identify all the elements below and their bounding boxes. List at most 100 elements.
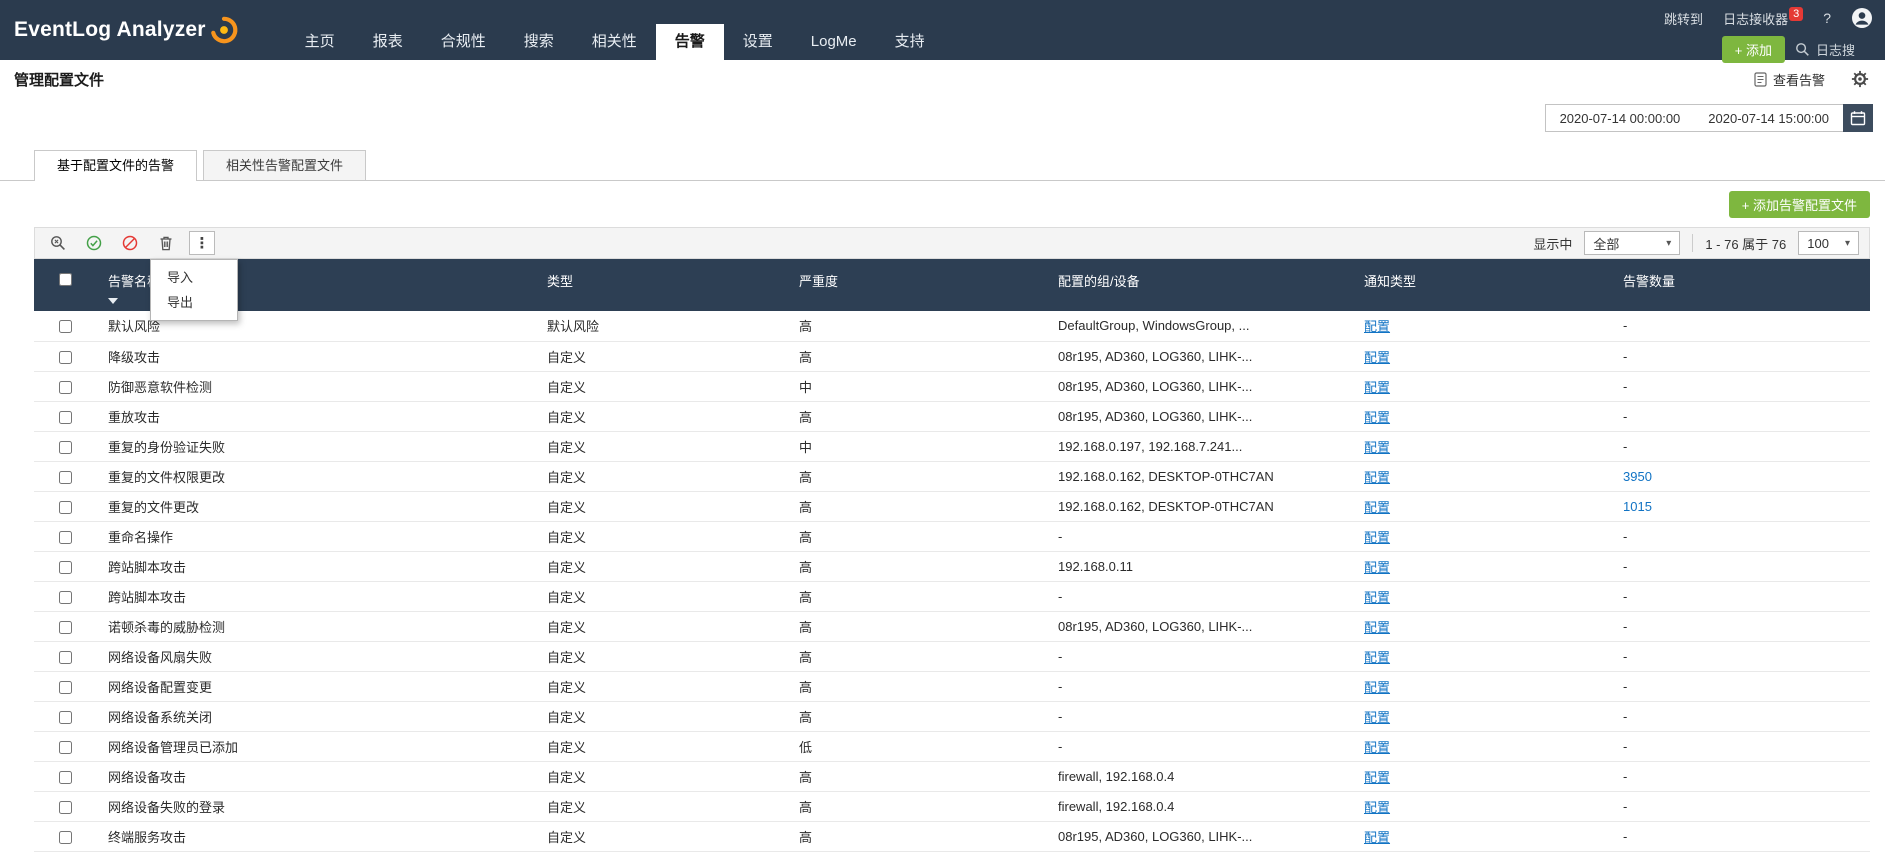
nav-item-4[interactable]: 搜索 bbox=[505, 24, 573, 60]
configure-link[interactable]: 配置 bbox=[1364, 650, 1390, 665]
row-checkbox[interactable] bbox=[59, 471, 72, 484]
jump-to-link[interactable]: 跳转到 bbox=[1664, 9, 1703, 28]
tab-2[interactable]: 相关性告警配置文件 bbox=[203, 150, 366, 180]
nav-item-2[interactable]: 报表 bbox=[354, 24, 422, 60]
configure-link[interactable]: 配置 bbox=[1364, 350, 1390, 365]
table-row[interactable]: 网络设备失败的登录自定义高firewall, 192.168.0.4配置- bbox=[34, 791, 1870, 821]
calendar-button[interactable] bbox=[1843, 104, 1873, 132]
configure-link[interactable]: 配置 bbox=[1364, 710, 1390, 725]
nav-item-8[interactable]: LogMe bbox=[792, 24, 876, 60]
search-alerts-icon[interactable] bbox=[45, 231, 71, 255]
menu-item[interactable]: 导入 bbox=[151, 265, 237, 290]
alert-devices: 08r195, AD360, LOG360, LIHK-... bbox=[1046, 401, 1352, 431]
help-button[interactable]: ? bbox=[1823, 10, 1831, 26]
page-size-select[interactable]: 100 ▾ bbox=[1798, 231, 1859, 255]
row-checkbox[interactable] bbox=[59, 651, 72, 664]
row-checkbox[interactable] bbox=[59, 801, 72, 814]
table-row[interactable]: 防御恶意软件检测自定义中08r195, AD360, LOG360, LIHK-… bbox=[34, 371, 1870, 401]
sort-caret-icon[interactable] bbox=[108, 298, 118, 304]
table-row[interactable]: 重命名操作自定义高-配置- bbox=[34, 521, 1870, 551]
configure-link[interactable]: 配置 bbox=[1364, 319, 1390, 334]
row-checkbox[interactable] bbox=[59, 351, 72, 364]
table-row[interactable]: 重复的文件权限更改自定义高192.168.0.162, DESKTOP-0THC… bbox=[34, 461, 1870, 491]
alert-severity: 高 bbox=[787, 791, 1046, 821]
configure-link[interactable]: 配置 bbox=[1364, 770, 1390, 785]
table-row[interactable]: 网络设备风扇失败自定义高-配置- bbox=[34, 641, 1870, 671]
row-checkbox[interactable] bbox=[59, 591, 72, 604]
nav-item-9[interactable]: 支持 bbox=[876, 24, 944, 60]
row-checkbox[interactable] bbox=[59, 561, 72, 574]
app-logo[interactable]: EventLog Analyzer bbox=[0, 0, 238, 60]
row-checkbox[interactable] bbox=[59, 831, 72, 844]
column-notification[interactable]: 通知类型 bbox=[1352, 259, 1611, 311]
configure-link[interactable]: 配置 bbox=[1364, 500, 1390, 515]
table-row[interactable]: 重复的文件更改自定义高192.168.0.162, DESKTOP-0THC7A… bbox=[34, 491, 1870, 521]
nav-item-5[interactable]: 相关性 bbox=[573, 24, 656, 60]
add-button[interactable]: + 添加 bbox=[1722, 36, 1785, 63]
row-checkbox[interactable] bbox=[59, 411, 72, 424]
more-actions-icon[interactable]: ⋮ bbox=[189, 231, 215, 255]
row-checkbox[interactable] bbox=[59, 320, 72, 333]
column-devices[interactable]: 配置的组/设备 bbox=[1046, 259, 1352, 311]
tab-1[interactable]: 基于配置文件的告警 bbox=[34, 150, 197, 181]
configure-link[interactable]: 配置 bbox=[1364, 470, 1390, 485]
configure-link[interactable]: 配置 bbox=[1364, 380, 1390, 395]
table-row[interactable]: 跨站脚本攻击自定义高192.168.0.11配置- bbox=[34, 551, 1870, 581]
nav-item-3[interactable]: 合规性 bbox=[422, 24, 505, 60]
configure-link[interactable]: 配置 bbox=[1364, 440, 1390, 455]
disable-alert-icon[interactable] bbox=[117, 231, 143, 255]
alert-type: 自定义 bbox=[535, 761, 787, 791]
nav-item-1[interactable]: 主页 bbox=[286, 24, 354, 60]
user-icon[interactable] bbox=[1851, 7, 1873, 29]
menu-item[interactable]: 导出 bbox=[151, 290, 237, 315]
log-receiver-link[interactable]: 日志接收器3 bbox=[1723, 9, 1803, 28]
row-checkbox[interactable] bbox=[59, 501, 72, 514]
configure-link[interactable]: 配置 bbox=[1364, 620, 1390, 635]
alert-severity: 低 bbox=[787, 731, 1046, 761]
alert-count-link[interactable]: 3950 bbox=[1623, 469, 1652, 484]
table-row[interactable]: 跨站脚本攻击自定义高-配置- bbox=[34, 581, 1870, 611]
date-range-picker[interactable]: 2020-07-14 00:00:00 2020-07-14 15:00:00 bbox=[1545, 104, 1873, 132]
settings-gear-icon[interactable] bbox=[1851, 70, 1869, 88]
nav-item-6[interactable]: 告警 bbox=[656, 24, 724, 60]
column-severity[interactable]: 严重度 bbox=[787, 259, 1046, 311]
configure-link[interactable]: 配置 bbox=[1364, 680, 1390, 695]
row-checkbox[interactable] bbox=[59, 531, 72, 544]
enable-alert-icon[interactable] bbox=[81, 231, 107, 255]
configure-link[interactable]: 配置 bbox=[1364, 560, 1390, 575]
table-row[interactable]: 网络设备系统关闭自定义高-配置- bbox=[34, 701, 1870, 731]
alert-devices: firewall, 192.168.0.4 bbox=[1046, 791, 1352, 821]
row-checkbox[interactable] bbox=[59, 741, 72, 754]
select-all-checkbox[interactable] bbox=[59, 273, 72, 286]
configure-link[interactable]: 配置 bbox=[1364, 410, 1390, 425]
table-row[interactable]: 网络设备管理员已添加自定义低-配置- bbox=[34, 731, 1870, 761]
delete-icon[interactable] bbox=[153, 231, 179, 255]
table-row[interactable]: 网络设备配置变更自定义高-配置- bbox=[34, 671, 1870, 701]
table-row[interactable]: 默认风险默认风险高DefaultGroup, WindowsGroup, ...… bbox=[34, 311, 1870, 341]
row-checkbox[interactable] bbox=[59, 711, 72, 724]
table-row[interactable]: 重放攻击自定义高08r195, AD360, LOG360, LIHK-...配… bbox=[34, 401, 1870, 431]
row-checkbox[interactable] bbox=[59, 441, 72, 454]
log-search[interactable]: 日志搜 bbox=[1795, 40, 1885, 59]
alert-count-link[interactable]: 1015 bbox=[1623, 499, 1652, 514]
view-alerts-button[interactable]: 查看告警 bbox=[1754, 70, 1825, 89]
table-row[interactable]: 降级攻击自定义高08r195, AD360, LOG360, LIHK-...配… bbox=[34, 341, 1870, 371]
row-checkbox[interactable] bbox=[59, 771, 72, 784]
table-row[interactable]: 诺顿杀毒的威胁检测自定义高08r195, AD360, LOG360, LIHK… bbox=[34, 611, 1870, 641]
column-type[interactable]: 类型 bbox=[535, 259, 787, 311]
row-checkbox[interactable] bbox=[59, 381, 72, 394]
table-row[interactable]: 重复的身份验证失败自定义中192.168.0.197, 192.168.7.24… bbox=[34, 431, 1870, 461]
configure-link[interactable]: 配置 bbox=[1364, 740, 1390, 755]
nav-item-7[interactable]: 设置 bbox=[724, 24, 792, 60]
row-checkbox[interactable] bbox=[59, 621, 72, 634]
configure-link[interactable]: 配置 bbox=[1364, 800, 1390, 815]
filter-select[interactable]: 全部 ▾ bbox=[1584, 231, 1680, 255]
configure-link[interactable]: 配置 bbox=[1364, 590, 1390, 605]
table-row[interactable]: 终端服务攻击自定义高08r195, AD360, LOG360, LIHK-..… bbox=[34, 821, 1870, 851]
add-alert-profile-button[interactable]: + 添加告警配置文件 bbox=[1729, 191, 1870, 218]
configure-link[interactable]: 配置 bbox=[1364, 830, 1390, 845]
row-checkbox[interactable] bbox=[59, 681, 72, 694]
column-count[interactable]: 告警数量 bbox=[1611, 259, 1870, 311]
configure-link[interactable]: 配置 bbox=[1364, 530, 1390, 545]
table-row[interactable]: 网络设备攻击自定义高firewall, 192.168.0.4配置- bbox=[34, 761, 1870, 791]
